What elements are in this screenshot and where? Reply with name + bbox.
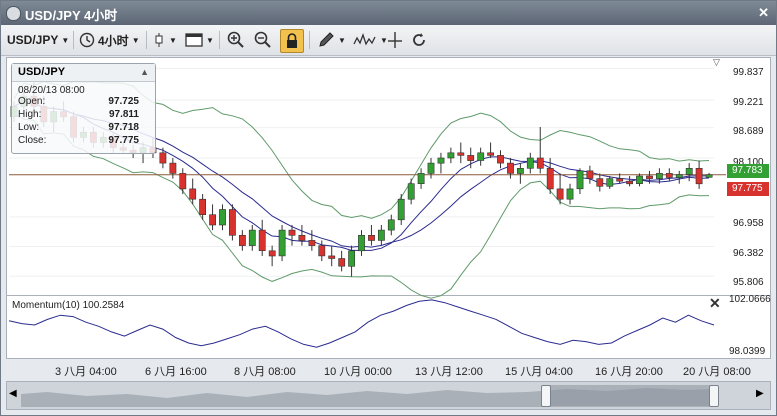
chevron-down-icon: ▼ <box>206 35 214 45</box>
price-axis-label: 96.958 <box>733 218 764 229</box>
info-key: Close: <box>18 135 47 146</box>
timeframe-dropdown[interactable]: 4小时 ▼ <box>79 29 140 51</box>
info-row-high: High: 97.811 <box>12 109 155 122</box>
scroll-right-arrow-icon[interactable]: ▶ <box>756 388 764 399</box>
close-indicator-button[interactable]: ✕ <box>709 295 721 312</box>
navigator-right-handle[interactable] <box>709 385 719 407</box>
time-axis-label: 6 八月 16:00 <box>145 366 207 378</box>
chevron-down-icon: ▼ <box>338 35 346 45</box>
info-row-low: Low: 97.718 <box>12 122 155 135</box>
toolbar: USD/JPY ▼ 4小时 ▼ ▼ ▼ ▼ ▼ <box>1 25 776 56</box>
refresh-icon <box>413 33 425 46</box>
pencil-icon <box>319 32 334 47</box>
chevron-down-icon: ▼ <box>61 35 70 45</box>
zoom-out-icon <box>254 31 271 48</box>
crosshair-icon <box>388 32 402 48</box>
info-key: Low: <box>18 122 40 133</box>
chevron-down-icon: ▼ <box>131 35 140 45</box>
info-key: High: <box>18 109 42 120</box>
price-axis-label: 95.806 <box>733 277 764 288</box>
info-row-close: Close: 97.775 <box>12 135 155 148</box>
toolbar-divider <box>309 31 310 49</box>
current-bid-tag: 97.775 <box>727 182 769 196</box>
price-axis-label: 98.689 <box>733 126 764 137</box>
ohlc-info-panel[interactable]: USD/JPY ▲ 08/20/13 08:00 Open: 97.725 Hig… <box>11 63 156 154</box>
time-axis-label: 3 八月 04:00 <box>55 366 117 378</box>
zoom-in-button[interactable] <box>227 29 245 51</box>
zoom-in-icon <box>227 31 244 48</box>
time-axis-label: 8 八月 08:00 <box>234 366 296 378</box>
info-value: 97.718 <box>108 122 139 133</box>
time-axis: 3 八月 04:00 6 八月 16:00 8 八月 08:00 10 八月 0… <box>6 358 769 380</box>
time-axis-label: 13 八月 12:00 <box>415 366 483 378</box>
app-icon <box>6 6 21 21</box>
toolbar-divider <box>146 31 147 49</box>
refresh-button[interactable] <box>411 29 427 51</box>
draw-tools-button[interactable]: ▼ <box>317 29 346 51</box>
price-axis-label: 99.837 <box>733 67 764 78</box>
crosshair-button[interactable] <box>387 29 403 51</box>
chart-options-caret-icon[interactable]: ▽ <box>713 57 720 68</box>
info-value: 97.811 <box>108 109 139 120</box>
indicators-button[interactable]: ▼ <box>353 29 388 51</box>
toolbar-divider <box>73 31 74 49</box>
window-title: USD/JPY 4小时 <box>25 8 118 23</box>
timeframe-label: 4小时 <box>98 33 129 48</box>
time-axis-label: 20 八月 08:00 <box>683 366 751 378</box>
navigator-left-handle[interactable] <box>541 385 551 407</box>
candlestick-icon <box>155 33 163 47</box>
info-value: 97.725 <box>108 96 139 107</box>
symbol-dropdown[interactable]: USD/JPY ▼ <box>7 29 69 51</box>
info-key: Open: <box>18 96 46 107</box>
chart-window-icon <box>185 33 203 47</box>
navigator-overview <box>21 385 711 407</box>
scroll-left-arrow-icon[interactable]: ◀ <box>9 388 17 399</box>
navigator-scrollbar[interactable]: ◀ ▶ <box>6 381 771 410</box>
indicator-icon <box>353 33 376 46</box>
time-axis-label: 10 八月 00:00 <box>324 366 392 378</box>
toolbar-divider <box>219 31 220 49</box>
info-value: 97.775 <box>108 135 139 146</box>
price-axis-label: 96.382 <box>733 248 764 259</box>
momentum-axis-top: 102.0666 <box>729 294 771 305</box>
chevron-down-icon: ▼ <box>169 35 177 45</box>
info-panel-symbol: USD/JPY <box>12 64 155 82</box>
close-window-button[interactable]: ✕ <box>758 5 769 21</box>
chart-type-button[interactable]: ▼ <box>152 29 177 51</box>
info-panel-datetime: 08/20/13 08:00 <box>18 85 85 96</box>
collapse-caret-icon[interactable]: ▲ <box>140 67 149 77</box>
chart-window-button[interactable]: ▼ <box>185 29 214 51</box>
momentum-axis-bottom: 98.0399 <box>729 346 766 357</box>
zoom-out-button[interactable] <box>254 29 272 51</box>
title-bar[interactable]: USD/JPY 4小时 ✕ <box>1 1 776 25</box>
lock-icon <box>287 33 297 48</box>
current-ask-tag: 97.783 <box>727 164 769 178</box>
momentum-label: Momentum(10) 100.2584 <box>12 300 125 311</box>
symbol-label: USD/JPY <box>7 33 59 47</box>
time-axis-label: 15 八月 04:00 <box>505 366 573 378</box>
clock-icon <box>79 32 95 48</box>
price-axis-label: 99.221 <box>733 97 764 108</box>
lock-button[interactable] <box>280 29 304 53</box>
time-axis-label: 16 八月 20:00 <box>595 366 663 378</box>
info-row-open: Open: 97.725 <box>12 96 155 109</box>
